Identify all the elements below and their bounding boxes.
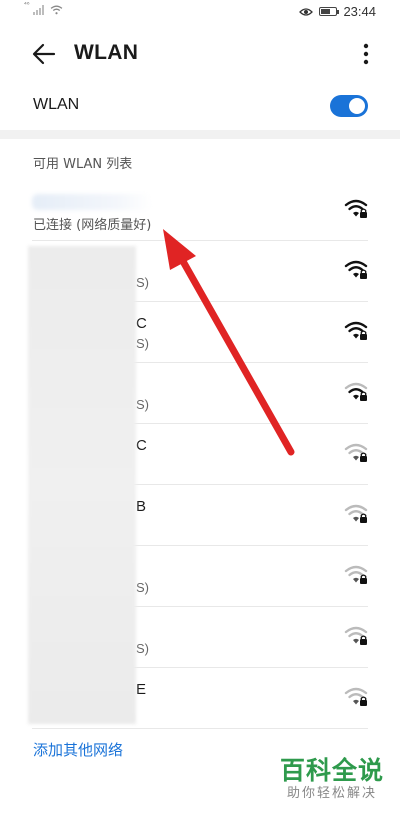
wifi-status-icon	[50, 5, 62, 15]
redacted-network-name	[32, 194, 152, 210]
signal-indicator: ⁴⁶	[24, 1, 63, 15]
network-status: S)	[136, 336, 149, 351]
battery-icon	[319, 7, 340, 16]
add-other-network-link[interactable]: 添加其他网络	[33, 739, 123, 760]
section-divider	[0, 130, 400, 139]
wlan-switch[interactable]	[330, 95, 368, 117]
cell-signal-icon	[32, 5, 44, 15]
wifi-locked-icon	[344, 504, 368, 523]
more-options-icon[interactable]	[358, 40, 374, 68]
network-status: S)	[136, 275, 149, 290]
network-status: S)	[136, 397, 149, 412]
back-arrow-icon[interactable]	[30, 40, 58, 68]
wifi-locked-icon	[344, 687, 368, 706]
app-bar: WLAN	[0, 30, 400, 78]
page-title: WLAN	[74, 41, 139, 64]
network-status: S)	[136, 641, 149, 656]
network-status: 已连接 (网络质量好)	[33, 218, 152, 233]
wlan-toggle-label: WLAN	[33, 96, 80, 113]
network-name: C	[136, 437, 147, 454]
network-name: C	[136, 315, 147, 332]
network-type-label: ⁴⁶	[24, 1, 30, 9]
wlan-toggle-row[interactable]: WLAN	[0, 84, 400, 128]
redacted-names-overlay	[28, 246, 136, 724]
network-item-connected[interactable]: 已连接 (网络质量好)	[32, 180, 368, 241]
wifi-locked-icon	[344, 626, 368, 645]
wifi-locked-icon	[344, 199, 368, 218]
wifi-locked-icon	[344, 565, 368, 584]
watermark-title: 百科全说	[279, 756, 384, 785]
eye-comfort-icon	[299, 7, 314, 16]
status-bar: ⁴⁶ 23:44	[0, 0, 400, 26]
network-status: S)	[136, 580, 149, 595]
switch-knob	[349, 98, 365, 114]
network-name: E	[136, 681, 147, 698]
wifi-locked-icon	[344, 443, 368, 462]
watermark-subtitle: 助你轻松解决	[286, 786, 377, 801]
wifi-locked-icon	[344, 260, 368, 279]
available-networks-header: 可用 WLAN 列表	[33, 157, 133, 172]
clock: 23:44	[343, 4, 376, 19]
watermark-logo: 百科全说 助你轻松解决	[280, 756, 384, 802]
wifi-locked-icon	[344, 321, 368, 340]
wifi-locked-icon	[344, 382, 368, 401]
network-name: B	[136, 498, 147, 515]
